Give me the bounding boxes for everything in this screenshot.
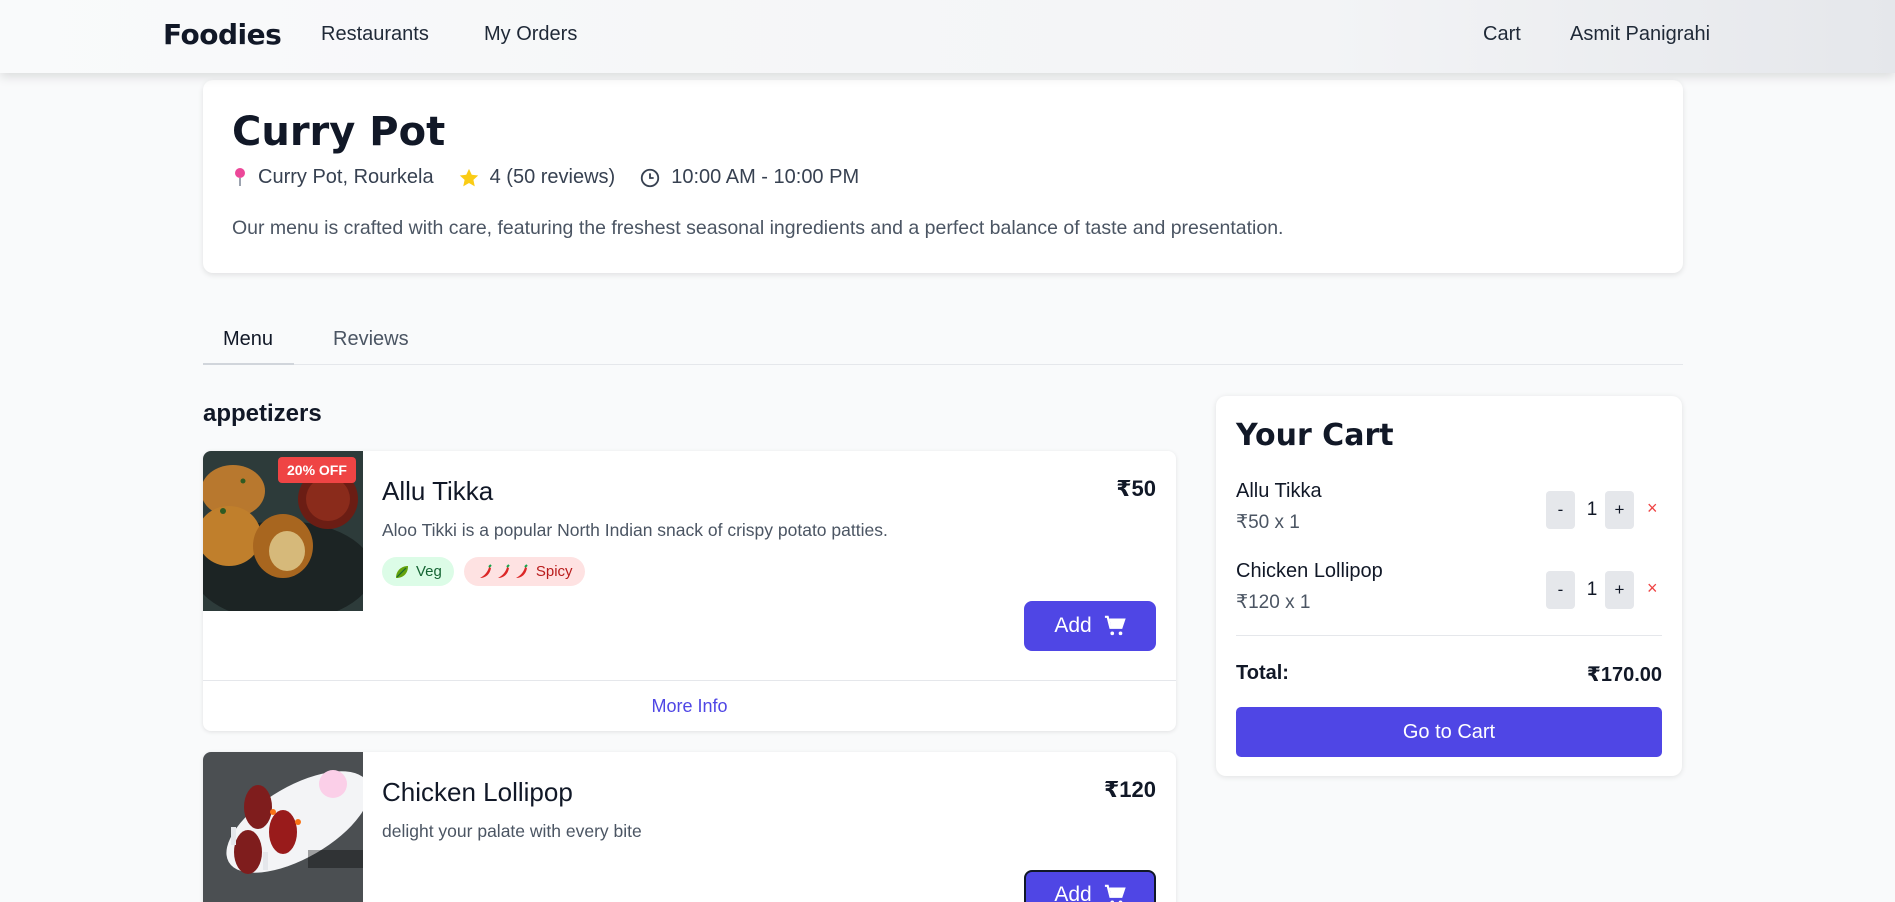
nav-restaurants[interactable]: Restaurants	[321, 23, 429, 46]
chili-icon	[479, 563, 528, 578]
cart-divider	[1236, 635, 1662, 636]
item-description: delight your palate with every bite	[382, 821, 642, 841]
restaurant-description: Our menu is crafted with care, featuring…	[232, 217, 1284, 239]
cart-item: Chicken Lollipop ₹120 x 1 - 1 + ×	[1236, 560, 1662, 620]
restaurant-rating: 4 (50 reviews)	[489, 166, 616, 188]
map-pin-icon	[235, 167, 245, 186]
nav-user[interactable]: Asmit Panigrahi	[1570, 23, 1710, 46]
go-to-cart-button[interactable]: Go to Cart	[1236, 707, 1662, 757]
restaurant-header-card: Curry Pot Curry Pot, Rourkela 4 (50 revi…	[203, 80, 1683, 273]
item-tags: Veg Spicy	[382, 557, 595, 586]
spicy-tag: Spicy	[463, 557, 585, 586]
food-image	[203, 752, 363, 902]
veg-tag-label: Veg	[416, 563, 442, 580]
rating-meta: 4 (50 reviews)	[458, 166, 616, 189]
clock-icon	[641, 168, 660, 187]
star-icon	[459, 168, 478, 186]
remove-item-icon[interactable]: ×	[1647, 578, 1658, 599]
hours-meta: 10:00 AM - 10:00 PM	[639, 166, 859, 189]
restaurant-location: Curry Pot, Rourkela	[258, 166, 434, 188]
quantity-value: 1	[1586, 579, 1598, 600]
cart-item-name: Chicken Lollipop	[1236, 560, 1383, 582]
nav-my-orders[interactable]: My Orders	[484, 23, 577, 46]
tab-reviews[interactable]: Reviews	[333, 328, 409, 351]
cart-title: Your Cart	[1236, 418, 1394, 453]
add-to-cart-button[interactable]: Add	[1024, 601, 1156, 651]
cart-item-subtotal: ₹120 x 1	[1236, 592, 1311, 613]
active-tab-indicator	[203, 363, 294, 365]
increase-quantity-button[interactable]: +	[1605, 491, 1634, 529]
food-image: 20% OFF	[203, 451, 363, 611]
brand-logo[interactable]: Foodies	[163, 18, 282, 51]
discount-badge: 20% OFF	[278, 457, 356, 483]
total-label: Total:	[1236, 662, 1289, 684]
item-price: ₹120	[1103, 777, 1156, 802]
category-heading: appetizers	[203, 400, 322, 427]
total-value: ₹170.00	[1586, 664, 1662, 686]
tab-menu[interactable]: Menu	[223, 328, 273, 351]
item-price: ₹50	[1116, 476, 1156, 501]
remove-item-icon[interactable]: ×	[1647, 498, 1658, 519]
menu-item-card: 20% OFF Allu Tikka ₹50 Aloo Tikki is a p…	[203, 451, 1176, 731]
increase-quantity-button[interactable]: +	[1605, 571, 1634, 609]
spicy-tag-label: Spicy	[535, 563, 573, 580]
cart-item: Allu Tikka ₹50 x 1 - 1 + ×	[1236, 480, 1662, 540]
item-description: Aloo Tikki is a popular North Indian sna…	[382, 520, 888, 540]
quantity-value: 1	[1586, 499, 1598, 520]
nav-cart[interactable]: Cart	[1483, 23, 1521, 46]
cart-item-subtotal: ₹50 x 1	[1236, 512, 1300, 533]
add-button-label: Add	[1054, 883, 1092, 902]
restaurant-meta: Curry Pot, Rourkela 4 (50 reviews) 10:00…	[232, 166, 883, 189]
item-name: Chicken Lollipop	[382, 777, 573, 807]
decrease-quantity-button[interactable]: -	[1546, 491, 1575, 529]
tab-bar: Menu Reviews	[203, 320, 1683, 365]
location-meta: Curry Pot, Rourkela	[232, 166, 434, 189]
more-info-link[interactable]: More Info	[203, 680, 1176, 731]
item-name: Allu Tikka	[382, 476, 494, 506]
restaurant-name: Curry Pot	[232, 109, 446, 155]
decrease-quantity-button[interactable]: -	[1546, 571, 1575, 609]
leaf-icon	[396, 565, 408, 578]
add-to-cart-button[interactable]: Add	[1024, 870, 1156, 902]
navbar: Foodies Restaurants My Orders Cart Asmit…	[0, 0, 1895, 73]
cart-icon	[1104, 884, 1126, 902]
cart-item-name: Allu Tikka	[1236, 480, 1322, 502]
add-button-label: Add	[1054, 614, 1092, 637]
restaurant-hours: 10:00 AM - 10:00 PM	[671, 166, 860, 188]
cart-icon	[1104, 615, 1126, 636]
menu-item-card: Chicken Lollipop ₹120 delight your palat…	[203, 752, 1176, 902]
cart-panel: Your Cart Allu Tikka ₹50 x 1 - 1 + × Chi…	[1216, 396, 1682, 776]
veg-tag: Veg	[382, 557, 454, 586]
